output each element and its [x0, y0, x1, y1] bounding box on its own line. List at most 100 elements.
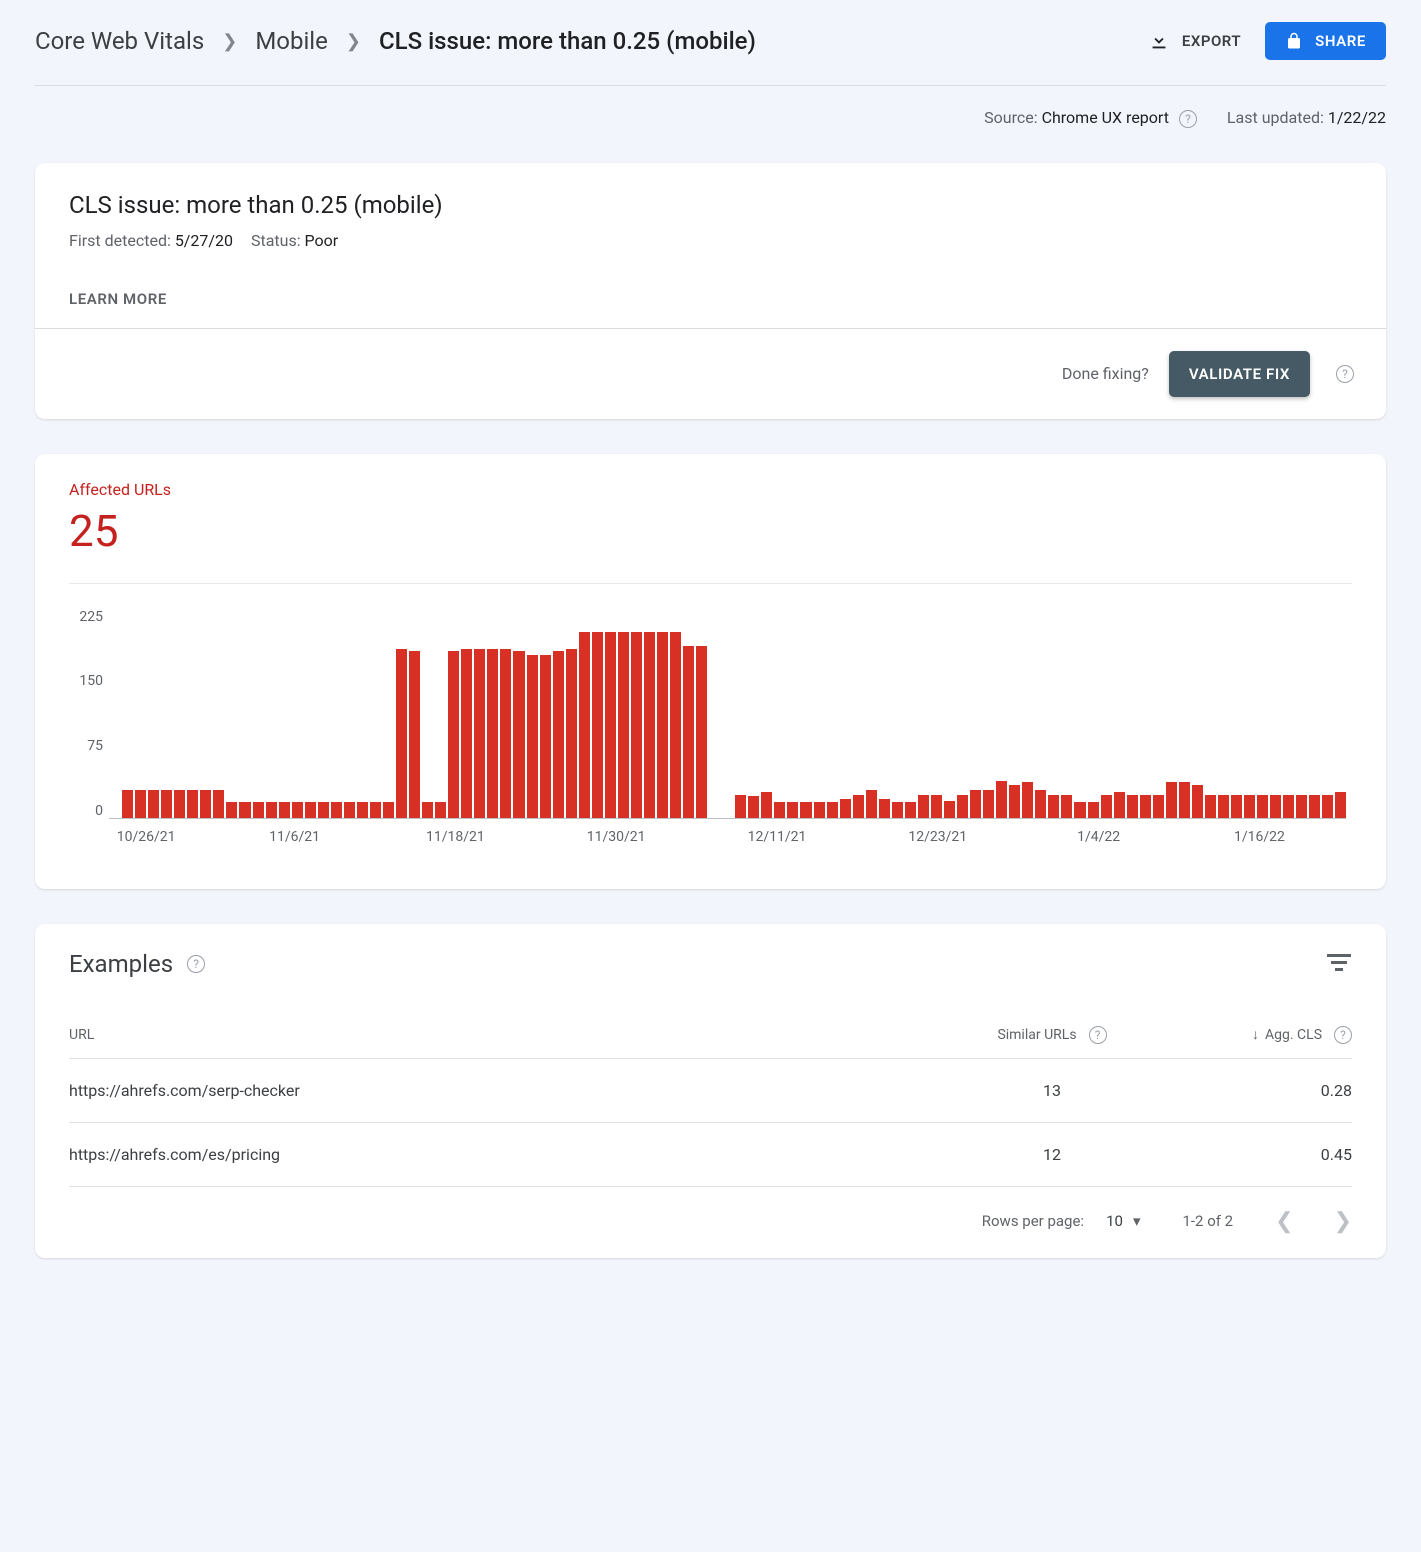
help-icon[interactable]: ?: [187, 955, 205, 973]
chart-bar[interactable]: [1061, 795, 1072, 818]
chart-bar[interactable]: [996, 781, 1007, 818]
chart-bar[interactable]: [1114, 792, 1125, 818]
breadcrumb-item[interactable]: Core Web Vitals: [35, 27, 204, 55]
export-button[interactable]: EXPORT: [1148, 30, 1241, 52]
chart-bar[interactable]: [827, 802, 838, 818]
chart-bar[interactable]: [1035, 790, 1046, 818]
chart-bar[interactable]: [918, 795, 929, 818]
chart-bar[interactable]: [1140, 795, 1151, 818]
chart-bar[interactable]: [396, 649, 407, 818]
help-icon[interactable]: ?: [1334, 1026, 1352, 1044]
help-icon[interactable]: ?: [1179, 110, 1197, 128]
chart-bar[interactable]: [474, 649, 485, 818]
chart-bar[interactable]: [461, 649, 472, 818]
chart-bar[interactable]: [605, 632, 616, 818]
chart-bar[interactable]: [161, 790, 172, 818]
chart-bar[interactable]: [970, 790, 981, 818]
table-row[interactable]: https://ahrefs.com/es/pricing120.45: [69, 1123, 1352, 1187]
chart-bar[interactable]: [122, 790, 133, 818]
filter-icon[interactable]: [1326, 954, 1352, 974]
chart-bar[interactable]: [266, 802, 277, 818]
chart-bar[interactable]: [657, 632, 668, 818]
chart-bar[interactable]: [553, 651, 564, 818]
chart-bar[interactable]: [905, 802, 916, 818]
chart-bar[interactable]: [1009, 785, 1020, 818]
chart-bar[interactable]: [357, 802, 368, 818]
help-icon[interactable]: ?: [1336, 365, 1354, 383]
chart-bar[interactable]: [448, 651, 459, 818]
chart-bar[interactable]: [1205, 795, 1216, 818]
chart-bar[interactable]: [1335, 792, 1346, 818]
chart-bar[interactable]: [866, 790, 877, 818]
chart-bar[interactable]: [527, 655, 538, 818]
chart-bar[interactable]: [1257, 795, 1268, 818]
chart-bar[interactable]: [1088, 802, 1099, 818]
chart-bar[interactable]: [1048, 795, 1059, 818]
chart-bar[interactable]: [983, 790, 994, 818]
chart-bar[interactable]: [305, 802, 316, 818]
chart-bar[interactable]: [187, 790, 198, 818]
chart-bar[interactable]: [1309, 795, 1320, 818]
chart-bar[interactable]: [279, 802, 290, 818]
chart-bar[interactable]: [1296, 795, 1307, 818]
chart-bar[interactable]: [226, 802, 237, 818]
chart-bar[interactable]: [487, 649, 498, 818]
learn-more-button[interactable]: LEARN MORE: [69, 290, 1352, 308]
breadcrumb-item[interactable]: Mobile: [255, 27, 328, 55]
chart-bar[interactable]: [735, 795, 746, 818]
chart-bar[interactable]: [174, 790, 185, 818]
chart-bar[interactable]: [1283, 795, 1294, 818]
chart-bar[interactable]: [1179, 782, 1190, 817]
chart-bar[interactable]: [344, 802, 355, 818]
chart-bar[interactable]: [213, 790, 224, 818]
chart-bar[interactable]: [253, 802, 264, 818]
chart-bar[interactable]: [1127, 795, 1138, 818]
chart-bar[interactable]: [383, 802, 394, 818]
col-similar[interactable]: Similar URLs ?: [952, 1026, 1152, 1044]
chart-bar[interactable]: [631, 632, 642, 818]
chart-bar[interactable]: [879, 799, 890, 818]
chart-bar[interactable]: [1244, 795, 1255, 818]
table-row[interactable]: https://ahrefs.com/serp-checker130.28: [69, 1059, 1352, 1123]
chart-bar[interactable]: [774, 802, 785, 818]
rows-per-page-select[interactable]: 10 ▾: [1106, 1212, 1140, 1230]
chart-bar[interactable]: [944, 801, 955, 818]
share-button[interactable]: SHARE: [1265, 22, 1386, 60]
chart-bar[interactable]: [331, 802, 342, 818]
chart-bar[interactable]: [853, 795, 864, 817]
chart-bar[interactable]: [618, 632, 629, 818]
chart-bar[interactable]: [840, 799, 851, 818]
chart-bar[interactable]: [566, 649, 577, 818]
pager-next-button[interactable]: ❯: [1334, 1209, 1352, 1234]
chart-bar[interactable]: [683, 646, 694, 818]
chart-bar[interactable]: [761, 792, 772, 818]
chart-bar[interactable]: [1074, 802, 1085, 818]
chart-bar[interactable]: [540, 655, 551, 818]
chart-bar[interactable]: [892, 802, 903, 818]
chart-bar[interactable]: [1231, 795, 1242, 818]
chart-bar[interactable]: [670, 632, 681, 818]
validate-fix-button[interactable]: VALIDATE FIX: [1169, 351, 1310, 397]
pager-prev-button[interactable]: ❮: [1275, 1209, 1293, 1234]
chart-bar[interactable]: [1166, 782, 1177, 817]
chart-bar[interactable]: [500, 649, 511, 818]
chart-bar[interactable]: [318, 802, 329, 818]
chart-bar[interactable]: [579, 632, 590, 818]
chart-bar[interactable]: [1192, 785, 1203, 818]
chart-bar[interactable]: [409, 651, 420, 818]
chart-bar[interactable]: [422, 802, 433, 818]
chart-bar[interactable]: [592, 632, 603, 818]
chart-bar[interactable]: [931, 795, 942, 818]
chart-bar[interactable]: [748, 796, 759, 817]
chart-bar[interactable]: [1218, 795, 1229, 818]
col-agg[interactable]: ↓ Agg. CLS ?: [1152, 1026, 1352, 1044]
chart-bar[interactable]: [200, 790, 211, 818]
chart-bar[interactable]: [513, 651, 524, 818]
chart-bar[interactable]: [787, 802, 798, 818]
chart-bar[interactable]: [814, 802, 825, 818]
chart-bar[interactable]: [1270, 795, 1281, 818]
chart-bar[interactable]: [1322, 795, 1333, 818]
chart-bar[interactable]: [148, 790, 159, 818]
chart-bar[interactable]: [644, 632, 655, 818]
chart-bar[interactable]: [1022, 782, 1033, 817]
